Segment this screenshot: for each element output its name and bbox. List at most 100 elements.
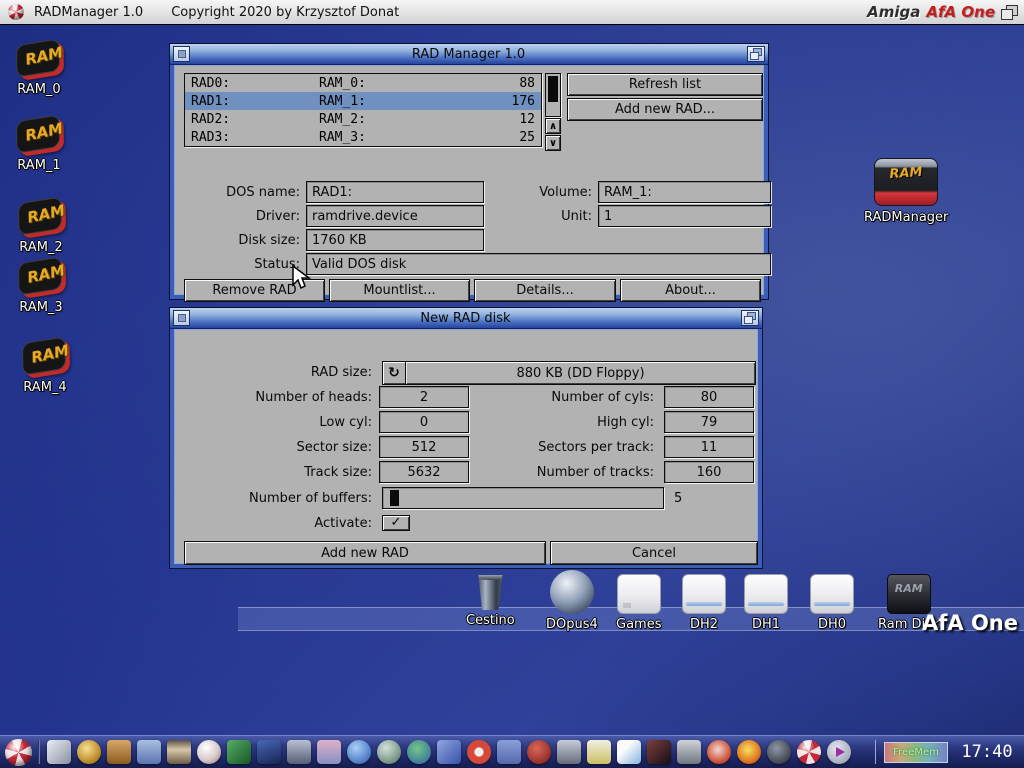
window-title: New RAD disk [190, 311, 741, 326]
unit-field[interactable]: 1 [598, 205, 771, 227]
desktop-icon-ram4[interactable]: RAM RAM_4 [20, 338, 70, 395]
scrollbar-thumb[interactable] [548, 76, 558, 102]
folder-icon[interactable] [167, 740, 191, 764]
dock-icon-games[interactable]: Games [616, 574, 661, 632]
sector-size-field[interactable]: 512 [379, 436, 469, 458]
about-button[interactable]: About... [620, 279, 761, 302]
dock-icon-dh0[interactable]: DH0 [810, 574, 854, 632]
new-rad-disk-window: New RAD disk RAD size: ↻ 880 KB (DD Flop… [170, 308, 762, 568]
photo-album-icon[interactable] [497, 740, 521, 764]
circuit-board-icon[interactable] [227, 740, 251, 764]
scanner-icon[interactable] [587, 740, 611, 764]
volume-field[interactable]: RAM_1: [598, 181, 771, 203]
image-viewer-icon[interactable] [137, 740, 161, 764]
list-row-rad2[interactable]: RAD2: RAM_2: 12 [185, 110, 541, 128]
remove-rad-button[interactable]: Remove RAD [184, 279, 325, 302]
earth-globe-icon[interactable] [407, 740, 431, 764]
play-button-icon[interactable] [827, 740, 851, 764]
cancel-button[interactable]: Cancel [550, 541, 758, 565]
add-new-rad-button[interactable]: Add new RAD... [567, 98, 763, 121]
driver-field[interactable]: ramdrive.device [306, 205, 484, 227]
high-cyl-field[interactable]: 79 [664, 411, 754, 433]
mountlist-button[interactable]: Mountlist... [329, 279, 470, 302]
menubar[interactable]: RADManager 1.0 Copyright 2020 by Krzyszt… [0, 0, 1024, 25]
close-gadget[interactable] [173, 46, 190, 62]
scroll-down-button[interactable]: ∨ [545, 135, 561, 151]
num-cyls-field[interactable]: 80 [664, 386, 754, 408]
rad-manager-titlebar[interactable]: RAD Manager 1.0 [170, 44, 768, 65]
cd-gold-icon[interactable] [77, 740, 101, 764]
close-gadget[interactable] [173, 310, 190, 326]
notepad-icon[interactable] [617, 740, 641, 764]
puzzle-blue-icon[interactable] [437, 740, 461, 764]
drive-icon [744, 574, 788, 614]
disk-size-label: Disk size: [184, 233, 300, 248]
desktop-icon-radmanager[interactable]: RAM RADManager [864, 158, 948, 225]
trash-can-icon [475, 572, 505, 610]
rad-list: RAD0: RAM_0: 88 RAD1: RAM_1: 176 RAD2: R… [184, 73, 542, 147]
confirm-add-new-rad-button[interactable]: Add new RAD [184, 541, 546, 565]
rad-manager-window: RAD Manager 1.0 RAD0: RAM_0: 88 RAD1: RA… [170, 44, 768, 299]
slider-knob[interactable] [390, 490, 399, 506]
list-row-rad3[interactable]: RAD3: RAM_3: 25 [185, 128, 541, 146]
sectors-per-track-field[interactable]: 11 [664, 436, 754, 458]
sector-size-label: Sector size: [184, 440, 372, 455]
track-size-label: Track size: [184, 465, 372, 480]
umbrella-icon[interactable] [257, 740, 281, 764]
list-row-rad0[interactable]: RAD0: RAM_0: 88 [185, 74, 541, 92]
sphere-blue-icon[interactable] [347, 740, 371, 764]
list-scrollbar: ∧ ∨ [545, 73, 561, 151]
paint-brush-icon[interactable] [527, 740, 551, 764]
desktop-icon-ram0[interactable]: RAM RAM_0 [14, 40, 64, 97]
scroll-up-button[interactable]: ∧ [545, 118, 561, 134]
disk-size-field[interactable]: 1760 KB [306, 229, 484, 251]
activate-checkbox[interactable]: ✓ [382, 515, 410, 531]
monitor-pink-icon[interactable] [317, 740, 341, 764]
scrollbar-track[interactable] [545, 73, 561, 117]
list-row-rad1-selected[interactable]: RAD1: RAM_1: 176 [185, 92, 541, 110]
toolbox-icon[interactable] [557, 740, 581, 764]
refresh-list-button[interactable]: Refresh list [567, 73, 763, 96]
dock-icon-cestino[interactable]: Cestino [466, 572, 515, 628]
buffers-slider[interactable] [382, 487, 664, 509]
dock-icon-dopus4[interactable]: DOpus4 [546, 570, 598, 632]
status-field[interactable]: Valid DOS disk [306, 253, 771, 275]
life-ring-icon[interactable] [467, 740, 491, 764]
video-dark-icon[interactable] [647, 740, 671, 764]
briefcase-icon[interactable] [107, 740, 131, 764]
fireball-icon[interactable] [737, 740, 761, 764]
dock-icon-dh2[interactable]: DH2 [682, 574, 726, 632]
desktop-icon-ram1[interactable]: RAM RAM_1 [14, 116, 64, 173]
depth-gadget[interactable] [741, 310, 759, 326]
num-heads-field[interactable]: 2 [379, 386, 469, 408]
driver-label: Driver: [184, 209, 300, 224]
speaker-icon[interactable] [767, 740, 791, 764]
volume-label: Volume: [484, 185, 592, 200]
num-tracks-field[interactable]: 160 [664, 461, 754, 483]
disk-edit-icon[interactable] [47, 740, 71, 764]
taskbar: FreeMem 17:40 [0, 735, 1024, 768]
start-boing-ball-button[interactable] [5, 739, 32, 766]
screen-depth-gadget[interactable] [1001, 5, 1018, 20]
sphere-green-icon[interactable] [377, 740, 401, 764]
cd-burner-icon[interactable] [707, 740, 731, 764]
new-rad-titlebar[interactable]: New RAD disk [170, 308, 762, 329]
calculator-icon[interactable] [677, 740, 701, 764]
activate-label: Activate: [184, 516, 372, 531]
depth-gadget[interactable] [747, 46, 765, 62]
desktop-icon-ram2[interactable]: RAM RAM_2 [16, 198, 66, 255]
status-label: Status: [184, 257, 300, 272]
drive-icon [682, 574, 726, 614]
dos-name-field[interactable]: RAD1: [306, 181, 484, 203]
dock-icon-dh1[interactable]: DH1 [744, 574, 788, 632]
checkered-ball-icon[interactable] [797, 740, 821, 764]
track-size-field[interactable]: 5632 [379, 461, 469, 483]
desktop-icon-ram3[interactable]: RAM RAM_3 [16, 258, 66, 315]
buffers-value: 5 [674, 491, 682, 506]
window-title: RAD Manager 1.0 [190, 47, 747, 62]
low-cyl-field[interactable]: 0 [379, 411, 469, 433]
web-globe-icon[interactable] [197, 740, 221, 764]
monitor-gray-icon[interactable] [287, 740, 311, 764]
rad-size-cycle-gadget[interactable]: ↻ 880 KB (DD Floppy) [382, 361, 756, 385]
details-button[interactable]: Details... [474, 279, 616, 302]
